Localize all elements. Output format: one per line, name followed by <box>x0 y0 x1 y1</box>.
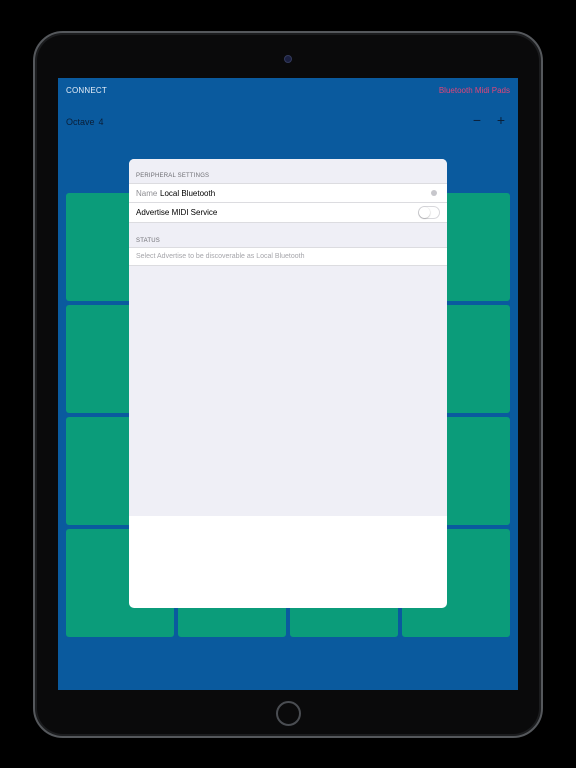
advertise-label: Advertise MIDI Service <box>136 208 218 217</box>
octave-value: 4 <box>98 117 104 127</box>
toggle-knob <box>419 207 430 218</box>
settings-modal: PERIPHERAL SETTINGS Name Local Bluetooth… <box>129 159 447 608</box>
advertise-row: Advertise MIDI Service <box>129 203 447 223</box>
octave-label: Octave <box>66 117 95 127</box>
name-field[interactable]: Local Bluetooth <box>160 189 215 198</box>
advertise-toggle[interactable] <box>418 206 440 219</box>
name-label: Name <box>136 189 158 198</box>
camera-icon <box>284 55 292 63</box>
status-row: Select Advertise to be discoverable as L… <box>129 247 447 266</box>
octave-display: Octave 4 <box>66 117 104 127</box>
status-text: Select Advertise to be discoverable as L… <box>136 253 305 260</box>
settings-form: PERIPHERAL SETTINGS Name Local Bluetooth… <box>129 159 447 516</box>
octave-stepper: − + <box>472 112 506 128</box>
name-row: Name Local Bluetooth <box>129 183 447 203</box>
app-title: Bluetooth Midi Pads <box>438 86 510 95</box>
peripheral-settings-header: PERIPHERAL SETTINGS <box>136 173 210 179</box>
status-header: STATUS <box>136 238 160 244</box>
octave-decrement-button[interactable]: − <box>472 112 482 128</box>
octave-increment-button[interactable]: + <box>496 112 506 128</box>
app-screen: CONNECT Bluetooth Midi Pads Octave 4 − + … <box>58 78 518 690</box>
clear-icon[interactable] <box>431 190 437 196</box>
connect-button[interactable]: CONNECT <box>66 86 107 95</box>
home-button[interactable] <box>276 701 301 726</box>
